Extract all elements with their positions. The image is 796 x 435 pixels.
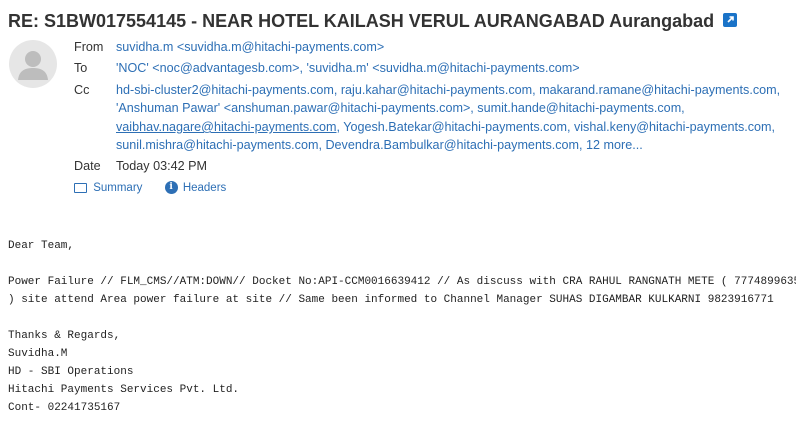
external-link-icon[interactable] — [723, 13, 738, 28]
body-line: ) site attend Area power failure at site… — [8, 294, 774, 306]
summary-link[interactable]: Summary — [93, 182, 142, 194]
from-label: From — [74, 40, 104, 54]
cc-highlighted-address[interactable]: vaibhav.nagare@hitachi-payments.com — [116, 120, 336, 134]
body-line — [8, 309, 792, 327]
body-line: Thanks & Regards, — [8, 330, 121, 342]
email-subject: RE: S1BW017554145 - NEAR HOTEL KAILASH V… — [8, 8, 788, 34]
user-avatar-icon — [9, 40, 57, 88]
date-label: Date — [74, 159, 101, 173]
from-value[interactable]: suvidha.m <suvidha.m@hitachi-payments.co… — [116, 38, 786, 56]
cc-line-2[interactable]: 'Anshuman Pawar' <anshuman.pawar@hitachi… — [116, 99, 786, 117]
headers-link[interactable]: Headers — [183, 182, 226, 194]
subject-text: RE: S1BW017554145 - NEAR HOTEL KAILASH V… — [8, 11, 715, 31]
cc-line-1[interactable]: hd-sbi-cluster2@hitachi-payments.com, ra… — [116, 81, 786, 99]
body-line — [8, 255, 792, 273]
body-line: Power Failure // FLM_CMS//ATM:DOWN// Doc… — [8, 276, 796, 288]
cc-label: Cc — [74, 83, 90, 97]
body-line: Dear Team, — [8, 240, 75, 252]
to-value[interactable]: 'NOC' <noc@advantagesb.com>, 'suvidha.m'… — [116, 59, 786, 77]
cc-line-3-rest[interactable]: , Yogesh.Batekar@hitachi-payments.com, v… — [336, 120, 775, 134]
body-line: HD - SBI Operations — [8, 366, 134, 378]
cc-line-4[interactable]: sunil.mishra@hitachi-payments.com, Deven… — [116, 136, 786, 154]
cc-line-3[interactable]: vaibhav.nagare@hitachi-payments.com, Yog… — [116, 118, 786, 136]
header-toggles: Summary i Headers — [74, 181, 226, 194]
info-icon: i — [164, 181, 178, 194]
envelope-icon — [74, 182, 87, 193]
date-value: Today 03:42 PM — [116, 159, 208, 173]
body-line: Suvidha.M — [8, 348, 68, 360]
email-body: Dear Team, Power Failure // FLM_CMS//ATM… — [8, 219, 796, 435]
to-label: To — [74, 61, 88, 75]
body-line: Hitachi Payments Services Pvt. Ltd. — [8, 384, 240, 396]
